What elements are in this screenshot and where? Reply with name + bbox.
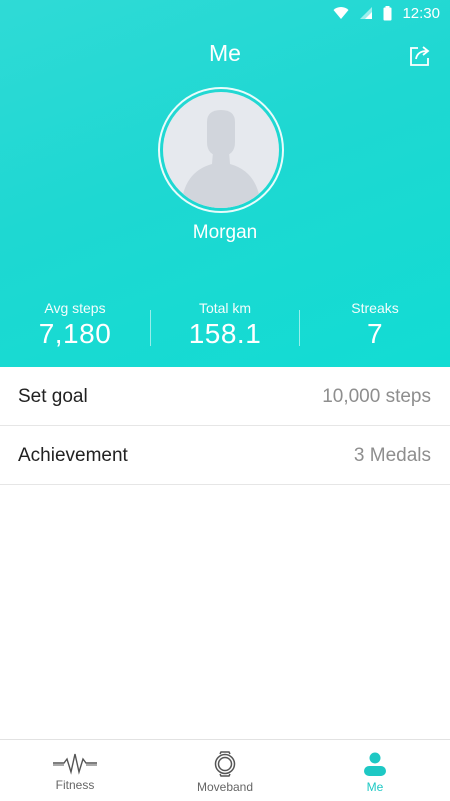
default-user-icon [181, 110, 261, 208]
stat-label: Avg steps [44, 300, 106, 316]
tab-label: Fitness [55, 778, 95, 792]
stat-value: 158.1 [188, 318, 262, 349]
stat-divider [299, 310, 300, 346]
status-bar: 12:30 [0, 0, 450, 26]
row-label: Set goal [18, 385, 88, 407]
stats-bar: Avg steps 7,180 Total km 158.1 Streaks 7 [0, 298, 450, 356]
set-goal-row[interactable]: Set goal 10,000 steps [0, 368, 450, 426]
tab-label: Me [366, 780, 384, 794]
clock: 12:30 [402, 4, 440, 22]
stat-label: Total km [198, 300, 252, 316]
stat-divider [150, 310, 151, 346]
stat-streaks: Streaks 7 [300, 298, 450, 356]
stat-value: 7,180 [38, 318, 112, 349]
signal-icon [359, 6, 373, 20]
battery-icon [383, 5, 392, 21]
username: Morgan [192, 222, 258, 243]
tab-me[interactable]: Me [300, 740, 450, 801]
page-title: Me [209, 40, 241, 66]
bottom-tab-bar: Fitness Moveband Me [0, 739, 450, 801]
tab-moveband[interactable]: Moveband [150, 740, 300, 801]
row-value: 3 Medals [353, 444, 431, 466]
person-icon [364, 752, 386, 776]
share-icon[interactable] [408, 44, 432, 68]
row-value: 10,000 steps [322, 385, 431, 407]
stat-value: 7 [366, 318, 384, 349]
wifi-icon [333, 6, 349, 20]
stat-avg-steps: Avg steps 7,180 [0, 298, 150, 356]
tab-label: Moveband [196, 780, 254, 794]
tab-fitness[interactable]: Fitness [0, 740, 150, 801]
profile-header: 12:30 Me Morgan Avg steps 7,180 Total km… [0, 0, 450, 367]
row-label: Achievement [18, 444, 128, 466]
heartbeat-icon [53, 753, 97, 775]
achievement-row[interactable]: Achievement 3 Medals [0, 427, 450, 485]
stat-label: Streaks [351, 300, 399, 316]
stat-total-km: Total km 158.1 [150, 298, 300, 356]
band-icon [214, 751, 236, 777]
avatar[interactable] [163, 92, 279, 208]
